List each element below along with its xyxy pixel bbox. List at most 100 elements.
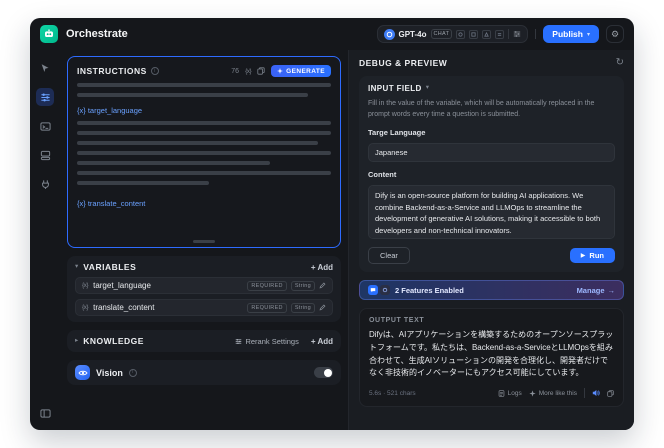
page-background: Orchestrate GPT-4o CHAT Publish ▾ ⚙ INST… — [0, 0, 664, 448]
output-meta-row: 5.6s · 521 chars Logs More like this — [369, 388, 614, 399]
chevron-down-icon: ▾ — [75, 262, 79, 270]
vision-section: Vision — [67, 360, 341, 385]
app-logo-icon — [40, 25, 58, 43]
debug-header: DEBUG & PREVIEW ↻ — [359, 58, 624, 69]
target-language-label: Targe Language — [368, 128, 426, 137]
vision-title: Vision — [96, 367, 123, 378]
sidebar-item-pointer[interactable] — [36, 59, 54, 77]
variables-title: VARIABLES — [83, 262, 137, 272]
speaker-icon[interactable] — [592, 389, 600, 397]
skeleton-line — [77, 121, 331, 125]
info-icon — [128, 368, 137, 377]
copy-icon[interactable] — [607, 390, 614, 397]
sidebar-item-orchestrate[interactable] — [36, 88, 54, 106]
char-count: 76 — [231, 67, 240, 75]
skeleton-line — [77, 171, 331, 175]
feature-icon-1 — [368, 285, 378, 295]
output-title: OUTPUT TEXT — [369, 317, 425, 324]
chevron-down-icon: ▾ — [586, 31, 590, 38]
orchestrate-column: INSTRUCTIONS 76 {x} GENERATE — [60, 50, 348, 430]
add-variable-button[interactable]: + Add — [311, 263, 333, 272]
knowledge-section: ▸ KNOWLEDGE Rerank Settings + Add — [67, 330, 341, 352]
instructions-editor[interactable]: INSTRUCTIONS 76 {x} GENERATE — [67, 56, 341, 248]
instructions-title: INSTRUCTIONS — [77, 66, 147, 76]
scroll-indicator[interactable] — [193, 240, 215, 243]
sidebar-item-terminal[interactable] — [36, 117, 54, 135]
capability-icon-1 — [456, 29, 466, 39]
variable-braces-icon: {x} — [82, 282, 89, 289]
settings-button[interactable]: ⚙ — [606, 25, 624, 43]
sliders-icon — [236, 338, 242, 344]
add-knowledge-button[interactable]: + Add — [311, 337, 333, 346]
model-provider-icon — [383, 28, 395, 40]
input-field-card: INPUT FIELD ▾ Fill in the value of the v… — [359, 76, 624, 272]
divider — [535, 29, 537, 39]
prompt-variable-token[interactable]: {x} target_language — [77, 106, 331, 115]
clear-button[interactable]: Clear — [368, 247, 410, 264]
required-badge: REQUIRED — [247, 302, 287, 313]
variables-section: ▾ VARIABLES + Add {x} target_language RE… — [67, 256, 341, 322]
app-body: INSTRUCTIONS 76 {x} GENERATE — [30, 50, 634, 430]
capability-icon-2 — [469, 29, 479, 39]
content-label: Content — [368, 170, 397, 179]
capability-icon-3 — [482, 29, 492, 39]
app-window: Orchestrate GPT-4o CHAT Publish ▾ ⚙ INST… — [30, 18, 634, 430]
sidebar-item-cards[interactable] — [36, 146, 54, 164]
plug-icon — [41, 179, 49, 189]
feature-icon-2 — [380, 285, 390, 295]
sliders-icon — [40, 93, 50, 101]
edit-icon[interactable] — [319, 304, 326, 311]
input-field-header[interactable]: INPUT FIELD ▾ — [368, 84, 615, 93]
chevron-right-icon: ▸ — [75, 336, 79, 344]
variable-braces-icon: {x} — [82, 304, 89, 311]
action-row: Clear ▶ Run — [368, 247, 615, 264]
divider — [584, 388, 585, 399]
copy-icon[interactable] — [257, 67, 265, 75]
app-header: Orchestrate GPT-4o CHAT Publish ▾ ⚙ — [30, 18, 634, 50]
vision-toggle[interactable] — [314, 367, 333, 378]
prompt-variable-token[interactable]: {x} translate_content — [77, 199, 331, 208]
collapse-panel-button[interactable] — [36, 404, 54, 422]
output-section: OUTPUT TEXT Difyは、AIアプリケーションを構築するためのオープン… — [359, 308, 624, 408]
debug-preview-panel: DEBUG & PREVIEW ↻ INPUT FIELD ▾ Fill in … — [348, 50, 634, 430]
sidebar-item-api[interactable] — [36, 175, 54, 193]
variable-row[interactable]: {x} translate_content REQUIRED String — [75, 299, 333, 316]
run-button[interactable]: ▶ Run — [569, 248, 615, 263]
divider — [508, 29, 510, 39]
edit-icon[interactable] — [319, 282, 326, 289]
features-enabled-bar[interactable]: 2 Features Enabled Manage → — [359, 280, 624, 300]
input-field-title: INPUT FIELD — [368, 84, 422, 93]
pointer-icon — [41, 64, 49, 72]
knowledge-header[interactable]: ▸ KNOWLEDGE Rerank Settings + Add — [75, 336, 333, 346]
cards-icon — [40, 150, 50, 160]
model-selector[interactable]: GPT-4o CHAT — [376, 25, 529, 43]
generate-button[interactable]: GENERATE — [271, 65, 331, 77]
chat-mode-badge: CHAT — [430, 29, 453, 39]
page-title: Orchestrate — [66, 28, 128, 40]
variables-header[interactable]: ▾ VARIABLES + Add — [75, 262, 333, 272]
publish-button[interactable]: Publish ▾ — [543, 25, 599, 43]
manage-features-button[interactable]: Manage → — [577, 286, 615, 295]
panel-icon — [39, 408, 51, 418]
skeleton-line — [77, 131, 331, 135]
output-text: Difyは、AIアプリケーションを構築するためのオープンソースプラットフォームで… — [369, 330, 614, 378]
content-textarea[interactable]: Dify is an open-source platform for buil… — [368, 185, 615, 239]
target-language-input[interactable] — [368, 143, 615, 162]
features-enabled-text: 2 Features Enabled — [395, 285, 464, 295]
output-stats: 5.6s · 521 chars — [369, 389, 416, 397]
model-settings-icon[interactable] — [513, 30, 521, 38]
star-icon — [529, 390, 536, 397]
chevron-down-icon: ▾ — [425, 84, 429, 92]
terminal-icon — [39, 121, 51, 131]
refresh-icon[interactable]: ↻ — [616, 58, 624, 68]
rerank-settings-button[interactable]: Rerank Settings — [235, 337, 299, 346]
more-like-this-button[interactable]: More like this — [529, 390, 577, 397]
skeleton-line — [77, 93, 309, 97]
instructions-toolbar: 76 {x} GENERATE — [231, 65, 331, 77]
variable-braces-icon[interactable]: {x} — [245, 68, 252, 75]
skeleton-line — [77, 83, 331, 87]
logs-button[interactable]: Logs — [498, 390, 522, 397]
header-actions: GPT-4o CHAT Publish ▾ ⚙ — [376, 25, 624, 43]
play-icon: ▶ — [580, 253, 586, 259]
variable-row[interactable]: {x} target_language REQUIRED String — [75, 277, 333, 294]
